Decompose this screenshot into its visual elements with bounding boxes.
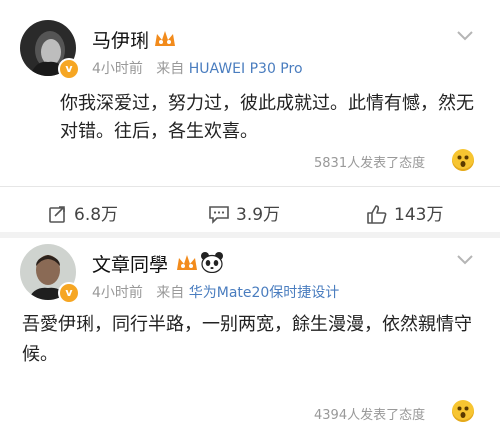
chevron-down-icon[interactable] xyxy=(456,254,474,266)
source-prefix: 来自 xyxy=(156,285,185,301)
surprised-emoji-icon xyxy=(452,149,474,171)
repost-icon xyxy=(49,206,65,223)
like-count: 143万 xyxy=(394,205,444,225)
author-name[interactable]: 文章同學 xyxy=(92,250,168,277)
comment-button[interactable]: 3.9万 xyxy=(208,200,280,225)
post-meta: 4小时前 来自 HUAWEI P30 Pro xyxy=(92,58,303,78)
reaction-stat[interactable]: 5831人发表了态度 xyxy=(314,152,425,171)
chevron-down-icon[interactable] xyxy=(456,30,474,42)
author-name[interactable]: 马伊琍 xyxy=(92,26,149,53)
comment-icon xyxy=(209,206,229,224)
divider xyxy=(0,232,500,238)
post-time: 4小时前 xyxy=(92,61,143,77)
crown-icon xyxy=(155,31,175,46)
repost-count: 6.8万 xyxy=(74,205,119,225)
post-source-link[interactable]: 华为Mate20保时捷设计 xyxy=(189,285,340,301)
post-time: 4小时前 xyxy=(92,285,143,301)
post-meta: 4小时前 来自 华为Mate20保时捷设计 xyxy=(92,282,339,302)
thumbs-up-icon xyxy=(367,205,387,224)
source-prefix: 来自 xyxy=(156,61,185,77)
comment-count: 3.9万 xyxy=(236,205,281,225)
panda-icon xyxy=(201,252,223,273)
post-source-link[interactable]: HUAWEI P30 Pro xyxy=(189,61,303,77)
verified-badge-icon: v xyxy=(58,58,80,80)
repost-button[interactable]: 6.8万 xyxy=(48,200,118,225)
verified-badge-icon: v xyxy=(58,282,80,304)
post-content: 你我深爱过，努力过，彼此成就过。此情有憾，然无对错。往后，各生欢喜。 xyxy=(60,93,474,142)
divider xyxy=(0,186,500,187)
crown-icon xyxy=(177,255,197,270)
reaction-stat[interactable]: 4394人发表了态度 xyxy=(314,404,425,423)
surprised-emoji-icon xyxy=(452,400,474,422)
like-button[interactable]: 143万 xyxy=(366,200,443,225)
post-content: 吾愛伊琍，同行半路，一别两宽，餘生漫漫，依然親情守候。 xyxy=(22,314,472,365)
